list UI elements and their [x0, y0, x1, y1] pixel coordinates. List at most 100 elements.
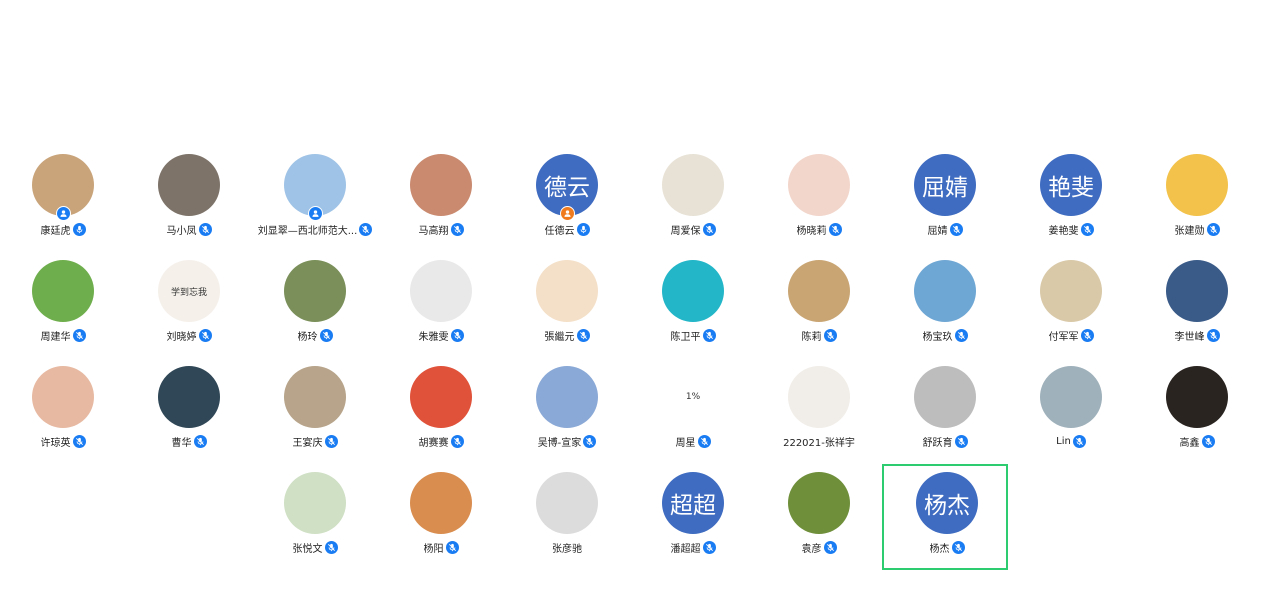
participant-tile[interactable]: 李世峰 — [1134, 260, 1260, 366]
participant-tile[interactable]: 周建华 — [0, 260, 126, 366]
participant-tile[interactable]: 陈莉 — [756, 260, 882, 366]
mic-muted-icon[interactable] — [823, 328, 837, 342]
mic-muted-icon[interactable] — [583, 434, 597, 448]
mic-muted-icon[interactable] — [72, 328, 86, 342]
avatar-initials: 屈婧 — [922, 175, 968, 201]
participant-tile[interactable]: 杨宝玖 — [882, 260, 1008, 366]
participant-tile[interactable]: 杨阳 — [378, 472, 504, 578]
avatar — [1166, 260, 1228, 322]
participant-name-row: 王宴庆 — [252, 433, 378, 449]
mic-muted-icon[interactable] — [450, 222, 464, 236]
mic-muted-icon[interactable] — [198, 222, 212, 236]
avatar-initials: 艳斐 — [1048, 175, 1094, 201]
mic-muted-icon[interactable] — [1206, 328, 1220, 342]
participant-name: 刘显翠—西北师范大... — [257, 225, 358, 237]
participant-tile[interactable]: 222021-张祥宇 — [756, 366, 882, 472]
participant-tile[interactable]: 张悦文 — [252, 472, 378, 578]
participant-tile[interactable]: 张建勋 — [1134, 154, 1260, 260]
avatar-initials: 超超 — [670, 493, 716, 519]
avatar — [410, 472, 472, 534]
mic-muted-icon[interactable] — [319, 328, 333, 342]
participant-tile[interactable]: 付军军 — [1008, 260, 1134, 366]
mic-muted-icon[interactable] — [702, 540, 716, 554]
mic-icon[interactable] — [576, 222, 590, 236]
mic-muted-icon[interactable] — [828, 222, 842, 236]
mic-muted-icon[interactable] — [951, 540, 965, 554]
participant-tile[interactable]: 1% 周星 — [630, 366, 756, 472]
mic-muted-icon[interactable] — [198, 328, 212, 342]
participant-name-row: 任德云 — [504, 221, 630, 237]
mic-muted-icon[interactable] — [1201, 434, 1215, 448]
avatar — [788, 154, 850, 216]
participant-name: 张建勋 — [1174, 225, 1205, 237]
participant-name-row: 李世峰 — [1134, 327, 1260, 343]
participant-tile[interactable]: 屈婧 屈婧 — [882, 154, 1008, 260]
participant-tile[interactable]: 高鑫 — [1134, 366, 1260, 472]
participant-tile[interactable]: 吴博-宣家 — [504, 366, 630, 472]
participant-tile[interactable]: 周爱保 — [630, 154, 756, 260]
participant-name-row: 杨阳 — [378, 539, 504, 555]
participant-name: 周星 — [675, 437, 696, 449]
participant-name: 张彦驰 — [552, 543, 582, 555]
mic-muted-icon[interactable] — [193, 434, 207, 448]
participant-name-row: 張繼元 — [504, 327, 630, 343]
participant-name: 李世峰 — [1174, 331, 1205, 343]
mic-muted-icon[interactable] — [954, 434, 968, 448]
participant-name-row: 张悦文 — [252, 539, 378, 555]
participant-tile[interactable]: 马小凤 — [126, 154, 252, 260]
participant-name-row: 袁彦 — [756, 539, 882, 555]
avatar: 屈婧 — [914, 154, 976, 216]
mic-muted-icon[interactable] — [324, 434, 338, 448]
avatar — [158, 366, 220, 428]
mic-muted-icon[interactable] — [1072, 434, 1086, 448]
participant-tile[interactable]: 陈卫平 — [630, 260, 756, 366]
mic-muted-icon[interactable] — [1206, 222, 1220, 236]
participant-tile[interactable]: 许琼英 — [0, 366, 126, 472]
participant-tile[interactable]: 王宴庆 — [252, 366, 378, 472]
participant-tile[interactable]: 康廷虎 — [0, 154, 126, 260]
participant-tile[interactable]: 德云 任德云 — [504, 154, 630, 260]
mic-muted-icon[interactable] — [450, 434, 464, 448]
participant-name-row: 许琼英 — [0, 433, 126, 449]
participant-tile[interactable]: 马高翔 — [378, 154, 504, 260]
participant-tile[interactable]: 艳斐 姜艳斐 — [1008, 154, 1134, 260]
participant-name: 高鑫 — [1179, 437, 1200, 449]
participant-tile[interactable]: 超超 潘超超 — [630, 472, 756, 578]
participant-name-row: 高鑫 — [1134, 433, 1260, 449]
participant-tile[interactable]: 張繼元 — [504, 260, 630, 366]
mic-muted-icon[interactable] — [324, 540, 338, 554]
participant-tile[interactable]: 曹华 — [126, 366, 252, 472]
participant-name: 陈卫平 — [670, 331, 701, 343]
avatar — [788, 472, 850, 534]
mic-muted-icon[interactable] — [72, 434, 86, 448]
mic-muted-icon[interactable] — [697, 434, 711, 448]
participant-name-row: 杨杰 — [884, 539, 1010, 555]
mic-muted-icon[interactable] — [702, 328, 716, 342]
mic-muted-icon[interactable] — [823, 540, 837, 554]
mic-muted-icon[interactable] — [1080, 222, 1094, 236]
participant-tile[interactable]: 杨杰 杨杰 — [882, 464, 1008, 570]
participant-tile[interactable]: 学到忘我 刘晓婷 — [126, 260, 252, 366]
participant-tile[interactable]: 张彦驰 — [504, 472, 630, 578]
participant-tile[interactable]: Lin — [1008, 366, 1134, 472]
participant-tile[interactable]: 袁彦 — [756, 472, 882, 578]
mic-muted-icon[interactable] — [1080, 328, 1094, 342]
participant-tile[interactable]: 杨玲 — [252, 260, 378, 366]
mic-muted-icon[interactable] — [359, 222, 373, 236]
participant-name: 杨杰 — [929, 543, 950, 555]
mic-muted-icon[interactable] — [954, 328, 968, 342]
mic-muted-icon[interactable] — [949, 222, 963, 236]
mic-muted-icon[interactable] — [445, 540, 459, 554]
mic-muted-icon[interactable] — [702, 222, 716, 236]
avatar — [536, 366, 598, 428]
participant-tile[interactable]: 朱雅雯 — [378, 260, 504, 366]
avatar — [410, 154, 472, 216]
mic-icon[interactable] — [72, 222, 86, 236]
participant-name: 任德云 — [544, 225, 575, 237]
participant-tile[interactable]: 胡赛赛 — [378, 366, 504, 472]
participant-tile[interactable]: 舒跃育 — [882, 366, 1008, 472]
participant-tile[interactable]: 杨晓莉 — [756, 154, 882, 260]
mic-muted-icon[interactable] — [576, 328, 590, 342]
participant-tile[interactable]: 刘显翠—西北师范大... — [252, 154, 378, 260]
mic-muted-icon[interactable] — [450, 328, 464, 342]
